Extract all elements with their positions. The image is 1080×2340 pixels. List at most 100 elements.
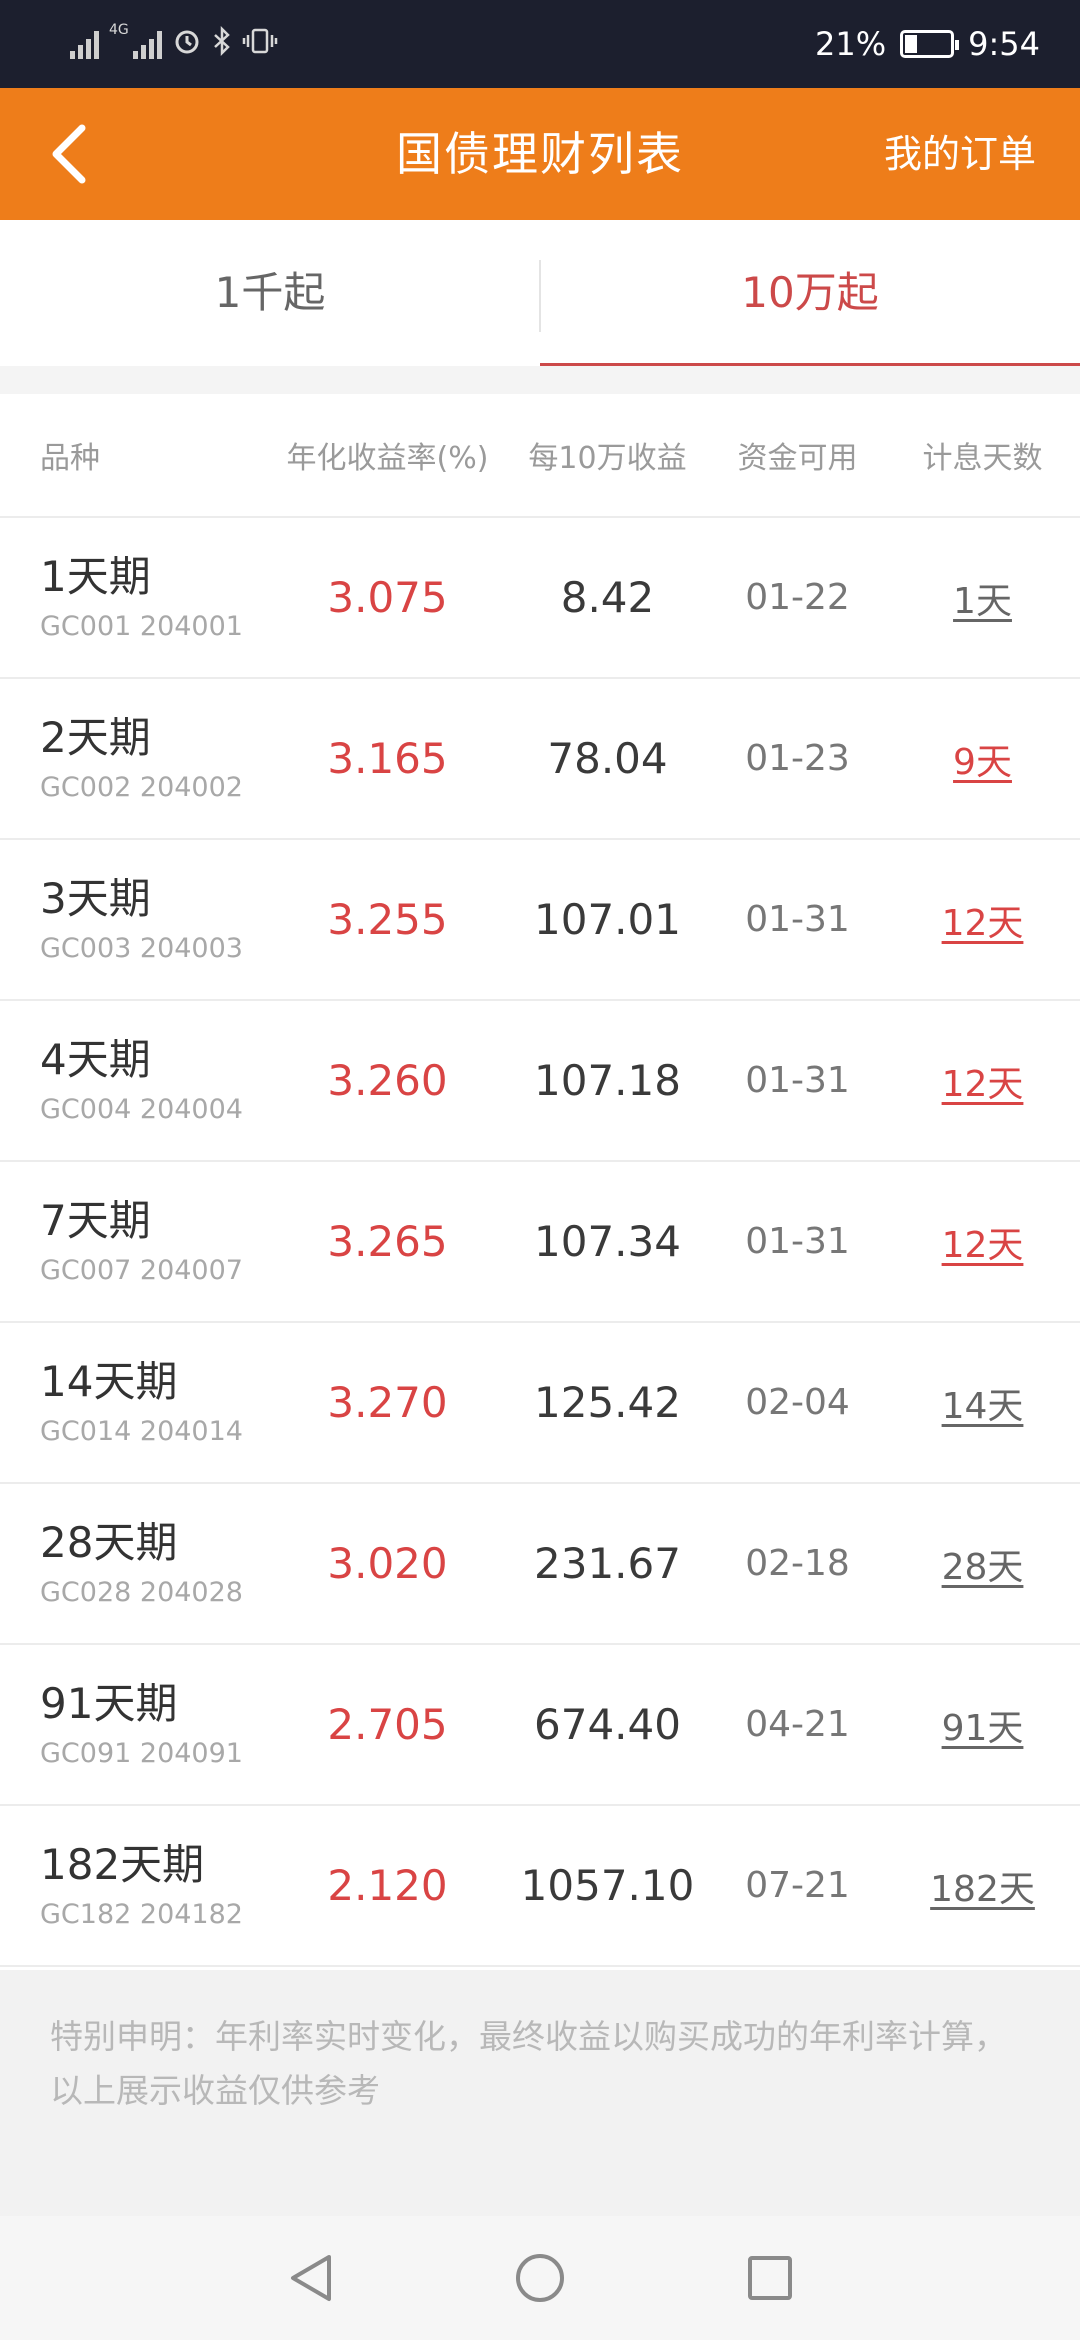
bluetooth-icon	[212, 25, 232, 63]
interest-days-cell: 12天	[885, 1055, 1080, 1107]
back-button[interactable]	[30, 114, 110, 194]
network-type-label: 4G	[109, 22, 129, 38]
bond-table: 品种 年化收益率(%) 每10万收益 资金可用 计息天数 1天期 GC001 20…	[0, 394, 1080, 1967]
nav-recents-button[interactable]	[730, 2238, 810, 2318]
table-row[interactable]: 2天期 GC002 204002 3.165 78.04 01-23 9天	[0, 679, 1080, 840]
my-orders-button[interactable]: 我的订单	[884, 88, 1036, 220]
interest-days-link[interactable]: 12天	[942, 1064, 1024, 1105]
interest-days-cell: 12天	[885, 1216, 1080, 1268]
app-header: 国债理财列表 我的订单	[0, 88, 1080, 220]
term-name: 3天期	[40, 873, 151, 923]
bond-code: GC028 204028	[40, 1576, 243, 1608]
header-earnings: 每10万收益	[528, 441, 687, 476]
status-right: 21% 9:54	[815, 22, 1040, 66]
header-interest-days: 计息天数	[922, 441, 1043, 476]
term-cell: 182天期 GC182 204182	[0, 1837, 270, 1935]
interest-days-link[interactable]: 182天	[930, 1869, 1035, 1910]
bond-code: GC003 204003	[40, 932, 243, 964]
interest-days-link[interactable]: 12天	[942, 1225, 1024, 1266]
earnings-per-100k: 107.34	[534, 1217, 681, 1266]
term-cell: 4天期 GC004 204004	[0, 1032, 270, 1130]
term-cell: 14天期 GC014 204014	[0, 1354, 270, 1452]
table-row[interactable]: 7天期 GC007 204007 3.265 107.34 01-31 12天	[0, 1162, 1080, 1323]
battery-percent: 21%	[815, 25, 887, 63]
interest-days-cell: 1天	[885, 572, 1080, 624]
system-nav-bar	[0, 2216, 1080, 2340]
earnings-per-100k: 107.01	[534, 895, 681, 944]
table-row[interactable]: 28天期 GC028 204028 3.020 231.67 02-18 28天	[0, 1484, 1080, 1645]
table-row[interactable]: 14天期 GC014 204014 3.270 125.42 02-04 14天	[0, 1323, 1080, 1484]
square-recents-icon	[748, 2256, 792, 2300]
nav-back-button[interactable]	[270, 2238, 350, 2318]
term-cell: 91天期 GC091 204091	[0, 1676, 270, 1774]
annual-rate: 3.075	[327, 573, 448, 622]
earnings-per-100k: 1057.10	[520, 1861, 695, 1910]
annual-rate: 3.165	[327, 734, 448, 783]
earnings-per-100k: 8.42	[560, 573, 655, 622]
bond-code: GC014 204014	[40, 1415, 243, 1447]
triangle-back-icon	[291, 2255, 331, 2301]
interest-days-link[interactable]: 14天	[942, 1386, 1024, 1427]
annual-rate: 3.265	[327, 1217, 448, 1266]
signal-strength-icon-2	[132, 29, 162, 59]
bond-code: GC007 204007	[40, 1254, 243, 1286]
earnings-per-100k: 125.42	[534, 1378, 681, 1427]
term-name: 1天期	[40, 551, 151, 601]
interest-days-link[interactable]: 9天	[953, 742, 1012, 783]
interest-days-link[interactable]: 28天	[942, 1547, 1024, 1588]
signal-strength-icon	[70, 29, 99, 59]
interest-days-cell: 9天	[885, 733, 1080, 785]
table-row[interactable]: 1天期 GC001 204001 3.075 8.42 01-22 1天	[0, 518, 1080, 679]
tab-100k[interactable]: 10万起	[540, 220, 1080, 366]
table-header: 品种 年化收益率(%) 每10万收益 资金可用 计息天数	[0, 394, 1080, 518]
nav-home-button[interactable]	[500, 2238, 580, 2318]
funds-available-date: 04-21	[745, 1704, 850, 1745]
tab-1k[interactable]: 1千起	[0, 220, 540, 366]
annual-rate: 3.260	[327, 1056, 448, 1105]
status-bar: 4G 21% 9:54	[0, 0, 1080, 88]
term-cell: 7天期 GC007 204007	[0, 1193, 270, 1291]
term-cell: 1天期 GC001 204001	[0, 549, 270, 647]
term-cell: 28天期 GC028 204028	[0, 1515, 270, 1613]
funds-available-date: 01-31	[745, 1221, 850, 1262]
annual-rate: 3.020	[327, 1539, 448, 1588]
earnings-per-100k: 674.40	[534, 1700, 681, 1749]
battery-icon	[900, 30, 960, 58]
annual-rate: 3.270	[327, 1378, 448, 1427]
earnings-per-100k: 78.04	[547, 734, 668, 783]
header-funds-available: 资金可用	[737, 441, 858, 476]
interest-days-cell: 182天	[885, 1860, 1080, 1912]
interest-days-cell: 28天	[885, 1538, 1080, 1590]
term-name: 4天期	[40, 1034, 151, 1084]
chevron-left-icon	[52, 124, 86, 184]
term-name: 7天期	[40, 1195, 151, 1245]
interest-days-link[interactable]: 12天	[942, 903, 1024, 944]
table-row[interactable]: 4天期 GC004 204004 3.260 107.18 01-31 12天	[0, 1001, 1080, 1162]
term-name: 28天期	[40, 1517, 178, 1567]
term-name: 14天期	[40, 1356, 178, 1406]
bond-code: GC182 204182	[40, 1898, 243, 1930]
annual-rate: 2.705	[327, 1700, 448, 1749]
header-annual-rate: 年化收益率(%)	[286, 441, 489, 476]
table-row[interactable]: 91天期 GC091 204091 2.705 674.40 04-21 91天	[0, 1645, 1080, 1806]
earnings-per-100k: 231.67	[534, 1539, 681, 1588]
interest-days-link[interactable]: 91天	[942, 1708, 1024, 1749]
annual-rate: 3.255	[327, 895, 448, 944]
alarm-icon	[172, 26, 202, 63]
funds-available-date: 01-31	[745, 899, 850, 940]
term-name: 182天期	[40, 1839, 205, 1889]
table-row[interactable]: 3天期 GC003 204003 3.255 107.01 01-31 12天	[0, 840, 1080, 1001]
interest-days-link[interactable]: 1天	[953, 581, 1012, 622]
bond-code: GC001 204001	[40, 610, 243, 642]
bond-code: GC091 204091	[40, 1737, 243, 1769]
term-cell: 3天期 GC003 204003	[0, 871, 270, 969]
status-icons: 4G	[70, 22, 278, 66]
funds-available-date: 02-18	[745, 1543, 850, 1584]
term-name: 91天期	[40, 1678, 178, 1728]
table-row[interactable]: 182天期 GC182 204182 2.120 1057.10 07-21 182天	[0, 1806, 1080, 1967]
funds-available-date: 01-31	[745, 1060, 850, 1101]
bond-code: GC002 204002	[40, 771, 243, 803]
annual-rate: 2.120	[327, 1861, 448, 1910]
section-spacer	[0, 366, 1080, 394]
funds-available-date: 02-04	[745, 1382, 850, 1423]
